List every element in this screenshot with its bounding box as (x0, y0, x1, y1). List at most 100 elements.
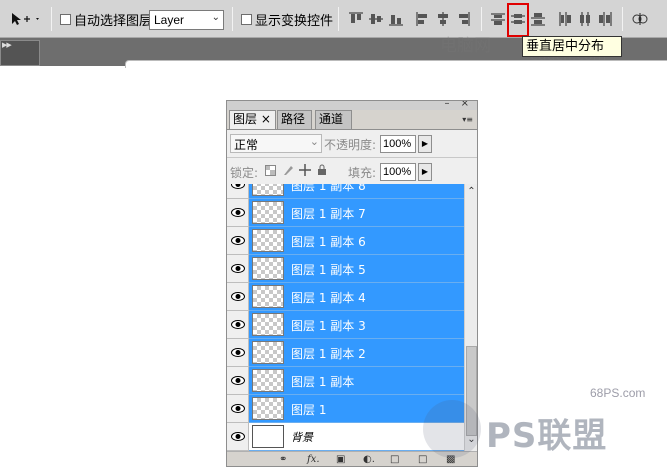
lock-all-icon[interactable] (317, 164, 327, 176)
panel-window-controls[interactable]: – × (444, 101, 473, 109)
layer-thumbnail (252, 397, 284, 420)
fill-slider-button[interactable]: ▶ (418, 163, 432, 181)
lock-row: 锁定: 填充: 100% ▶ (227, 157, 477, 184)
eye-icon (231, 236, 245, 245)
chevron-down-icon: ⌄ (211, 12, 220, 23)
layer-name: 图层 1 副本 (291, 375, 355, 389)
adjustment-icon[interactable]: ◐. (363, 454, 375, 466)
layer-thumbnail (252, 201, 284, 224)
move-tool-preset-picker[interactable] (10, 0, 40, 38)
auto-align-layers-icon[interactable] (632, 11, 648, 27)
eye-icon (231, 404, 245, 413)
auto-select-target-value: Layer (154, 13, 185, 27)
tab-paths[interactable]: 路径 (277, 110, 312, 129)
layer-name: 图层 1 副本 7 (291, 207, 366, 221)
visibility-toggle[interactable] (227, 367, 249, 395)
blend-mode-value: 正常 (234, 138, 259, 152)
layer-row[interactable]: 图层 1 副本 4 (227, 283, 464, 311)
layer-thumbnail (252, 184, 284, 196)
visibility-toggle[interactable] (227, 184, 249, 199)
separator (338, 7, 339, 31)
eye-icon (231, 348, 245, 357)
opacity-label: 不透明度: (324, 138, 377, 152)
link-icon[interactable]: ⚭ (279, 454, 287, 466)
visibility-toggle[interactable] (227, 395, 249, 423)
layer-thumbnail (252, 425, 284, 448)
lock-label: 锁定: (230, 166, 259, 180)
layer-row[interactable]: 图层 1 副本 (227, 367, 464, 395)
align-horizontal-centers-icon[interactable] (435, 11, 451, 27)
new-layer-icon[interactable]: □ (418, 454, 427, 466)
blend-row: 正常 ⌄ 不透明度: 100% ▶ (227, 130, 477, 157)
layer-row[interactable]: 图层 1 副本 8 (227, 184, 464, 199)
expand-dock-icon[interactable]: ▶▶ (2, 41, 12, 49)
layer-thumbnail (252, 257, 284, 280)
visibility-toggle[interactable] (227, 423, 249, 451)
visibility-toggle[interactable] (227, 311, 249, 339)
auto-select-target-dropdown[interactable]: Layer ⌄ (149, 10, 224, 30)
align-top-edges-icon[interactable] (348, 11, 364, 27)
layer-row[interactable]: 图层 1 副本 2 (227, 339, 464, 367)
eye-icon (231, 432, 245, 441)
folder-icon[interactable]: □ (390, 454, 399, 466)
layer-name: 图层 1 副本 2 (291, 347, 366, 361)
layer-row[interactable]: 图层 1 副本 6 (227, 227, 464, 255)
eye-icon (231, 292, 245, 301)
distribute-right-edges-icon[interactable] (597, 11, 613, 27)
visibility-toggle[interactable] (227, 283, 249, 311)
eye-icon (231, 264, 245, 273)
eye-icon (231, 320, 245, 329)
lock-image-brush-icon[interactable] (282, 164, 294, 176)
auto-select-check-box[interactable] (60, 13, 71, 25)
layer-thumbnail (252, 341, 284, 364)
panel-title-bar[interactable]: – × (227, 101, 477, 110)
visibility-toggle[interactable] (227, 227, 249, 255)
layer-thumbnail (252, 313, 284, 336)
show-transform-label: 显示变换控件 (255, 13, 334, 29)
layer-name: 图层 1 副本 3 (291, 319, 366, 333)
tab-layers[interactable]: 图层 × (229, 110, 276, 130)
lock-transparent-icon[interactable] (265, 165, 276, 176)
align-right-edges-icon[interactable] (455, 11, 471, 27)
layer-row[interactable]: 图层 1 副本 7 (227, 199, 464, 227)
align-vertical-centers-icon[interactable] (368, 11, 384, 27)
eye-icon (231, 208, 245, 217)
layer-row[interactable]: 图层 1 副本 3 (227, 311, 464, 339)
align-bottom-edges-icon[interactable] (388, 11, 404, 27)
layer-name: 图层 1 副本 5 (291, 263, 366, 277)
auto-select-checkbox[interactable]: 自动选择图层 (60, 0, 152, 38)
eye-icon (231, 376, 245, 385)
blend-mode-dropdown[interactable]: 正常 ⌄ (230, 134, 322, 153)
lock-position-move-icon[interactable] (299, 164, 311, 176)
visibility-toggle[interactable] (227, 255, 249, 283)
separator (51, 7, 52, 31)
tab-channels[interactable]: 通道 (315, 110, 352, 129)
separator (481, 7, 482, 31)
fill-input[interactable]: 100% (380, 163, 416, 181)
move-tool-icon (12, 13, 39, 25)
options-bar: 自动选择图层 Layer ⌄ 显示变换控件 (0, 0, 667, 38)
layer-row[interactable]: 图层 1 副本 5 (227, 255, 464, 283)
distribute-top-edges-icon[interactable] (490, 11, 506, 27)
watermark-text: 电脑网 (440, 36, 491, 56)
tooltip: 垂直居中分布 (522, 36, 622, 57)
opacity-input[interactable]: 100% (380, 135, 416, 153)
show-transform-check-box[interactable] (241, 13, 252, 25)
fx-icon[interactable]: fx. (307, 454, 320, 466)
layer-name: 图层 1 (291, 403, 327, 417)
distribute-horizontal-centers-icon[interactable] (577, 11, 593, 27)
eye-icon (231, 184, 245, 189)
scroll-up-icon[interactable]: ⌃ (465, 186, 477, 200)
show-transform-checkbox[interactable]: 显示变换控件 (241, 0, 333, 38)
distribute-bottom-edges-icon[interactable] (530, 11, 546, 27)
fill-label: 填充: (348, 166, 377, 180)
panel-menu-icon[interactable]: ▾≡ (462, 115, 473, 124)
opacity-slider-button[interactable]: ▶ (418, 135, 432, 153)
visibility-toggle[interactable] (227, 199, 249, 227)
align-left-edges-icon[interactable] (415, 11, 431, 27)
layer-thumbnail (252, 285, 284, 308)
visibility-toggle[interactable] (227, 339, 249, 367)
separator (622, 7, 623, 31)
mask-icon[interactable]: ▣ (336, 454, 345, 466)
distribute-left-edges-icon[interactable] (557, 11, 573, 27)
